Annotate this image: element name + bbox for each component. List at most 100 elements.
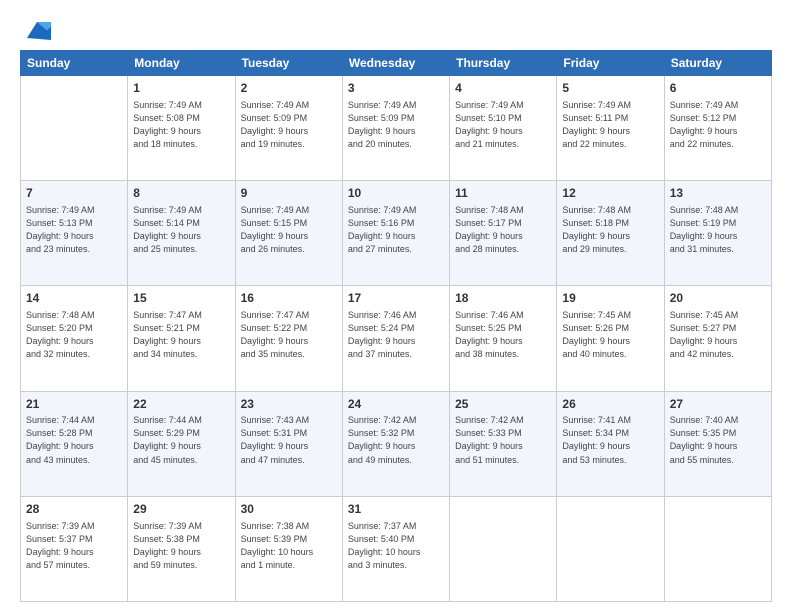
calendar-cell: 7 Sunrise: 7:49 AM Sunset: 5:13 PM Daylig… [21,181,128,286]
day-number: 6 [670,80,766,97]
day-info: Sunrise: 7:49 AM Sunset: 5:10 PM Dayligh… [455,99,551,151]
calendar-cell: 14Sunrise: 7:48 AM Sunset: 5:20 PM Dayli… [21,286,128,391]
day-info: Sunrise: 7:45 AM Sunset: 5:26 PM Dayligh… [562,309,658,361]
day-info: Sunrise: 7:48 AM Sunset: 5:17 PM Dayligh… [455,204,551,256]
day-number: 10 [348,185,444,202]
calendar-cell: 1Sunrise: 7:49 AM Sunset: 5:08 PM Daylig… [128,76,235,181]
calendar-cell: 13 Sunrise: 7:48 AM Sunset: 5:19 PM Dayli… [664,181,771,286]
calendar-cell: 18 Sunrise: 7:46 AM Sunset: 5:25 PM Dayli… [450,286,557,391]
day-number: 19 [562,290,658,307]
day-number: 13 [670,185,766,202]
calendar-cell [21,76,128,181]
day-info: Sunrise: 7:44 AM Sunset: 5:28 PM Dayligh… [26,414,122,466]
day-number: 23 [241,396,337,413]
calendar-cell [450,496,557,601]
day-info: Sunrise: 7:49 AM Sunset: 5:09 PM Dayligh… [241,99,337,151]
header-friday: Friday [557,51,664,76]
calendar-cell: 10 Sunrise: 7:49 AM Sunset: 5:16 PM Dayli… [342,181,449,286]
day-number: 7 [26,185,122,202]
day-info: Sunrise: 7:49 AM Sunset: 5:15 PM Dayligh… [241,204,337,256]
day-number: 8 [133,185,229,202]
calendar-cell: 15 Sunrise: 7:47 AM Sunset: 5:21 PM Dayli… [128,286,235,391]
day-number: 21 [26,396,122,413]
day-number: 4 [455,80,551,97]
week-row-3: 14Sunrise: 7:48 AM Sunset: 5:20 PM Dayli… [21,286,772,391]
calendar-cell: 23Sunrise: 7:43 AM Sunset: 5:31 PM Dayli… [235,391,342,496]
calendar-cell: 16Sunrise: 7:47 AM Sunset: 5:22 PM Dayli… [235,286,342,391]
day-info: Sunrise: 7:46 AM Sunset: 5:24 PM Dayligh… [348,309,444,361]
calendar-cell: 8 Sunrise: 7:49 AM Sunset: 5:14 PM Daylig… [128,181,235,286]
page: SundayMondayTuesdayWednesdayThursdayFrid… [0,0,792,612]
day-info: Sunrise: 7:37 AM Sunset: 5:40 PM Dayligh… [348,520,444,572]
day-number: 24 [348,396,444,413]
calendar-cell: 2 Sunrise: 7:49 AM Sunset: 5:09 PM Daylig… [235,76,342,181]
day-info: Sunrise: 7:44 AM Sunset: 5:29 PM Dayligh… [133,414,229,466]
header-tuesday: Tuesday [235,51,342,76]
day-info: Sunrise: 7:45 AM Sunset: 5:27 PM Dayligh… [670,309,766,361]
day-info: Sunrise: 7:39 AM Sunset: 5:38 PM Dayligh… [133,520,229,572]
day-info: Sunrise: 7:49 AM Sunset: 5:09 PM Dayligh… [348,99,444,151]
day-number: 17 [348,290,444,307]
day-number: 2 [241,80,337,97]
header-saturday: Saturday [664,51,771,76]
calendar-cell: 31 Sunrise: 7:37 AM Sunset: 5:40 PM Dayli… [342,496,449,601]
day-info: Sunrise: 7:49 AM Sunset: 5:16 PM Dayligh… [348,204,444,256]
day-number: 15 [133,290,229,307]
day-number: 14 [26,290,122,307]
day-number: 27 [670,396,766,413]
day-info: Sunrise: 7:49 AM Sunset: 5:14 PM Dayligh… [133,204,229,256]
calendar-cell: 11 Sunrise: 7:48 AM Sunset: 5:17 PM Dayli… [450,181,557,286]
calendar-cell: 27Sunrise: 7:40 AM Sunset: 5:35 PM Dayli… [664,391,771,496]
day-number: 9 [241,185,337,202]
calendar-cell [664,496,771,601]
day-number: 28 [26,501,122,518]
calendar-cell: 22Sunrise: 7:44 AM Sunset: 5:29 PM Dayli… [128,391,235,496]
logo [20,18,51,40]
day-number: 11 [455,185,551,202]
day-info: Sunrise: 7:47 AM Sunset: 5:22 PM Dayligh… [241,309,337,361]
calendar-cell: 24Sunrise: 7:42 AM Sunset: 5:32 PM Dayli… [342,391,449,496]
day-info: Sunrise: 7:38 AM Sunset: 5:39 PM Dayligh… [241,520,337,572]
calendar-cell: 5 Sunrise: 7:49 AM Sunset: 5:11 PM Daylig… [557,76,664,181]
day-number: 25 [455,396,551,413]
calendar: SundayMondayTuesdayWednesdayThursdayFrid… [20,50,772,602]
day-info: Sunrise: 7:49 AM Sunset: 5:11 PM Dayligh… [562,99,658,151]
calendar-cell: 17 Sunrise: 7:46 AM Sunset: 5:24 PM Dayli… [342,286,449,391]
header [20,18,772,40]
week-row-1: 1Sunrise: 7:49 AM Sunset: 5:08 PM Daylig… [21,76,772,181]
calendar-cell: 20 Sunrise: 7:45 AM Sunset: 5:27 PM Dayli… [664,286,771,391]
day-info: Sunrise: 7:47 AM Sunset: 5:21 PM Dayligh… [133,309,229,361]
logo-icon [23,18,51,40]
day-info: Sunrise: 7:39 AM Sunset: 5:37 PM Dayligh… [26,520,122,572]
header-monday: Monday [128,51,235,76]
day-number: 30 [241,501,337,518]
calendar-cell: 3Sunrise: 7:49 AM Sunset: 5:09 PM Daylig… [342,76,449,181]
week-row-5: 28 Sunrise: 7:39 AM Sunset: 5:37 PM Dayli… [21,496,772,601]
calendar-cell: 30 Sunrise: 7:38 AM Sunset: 5:39 PM Dayli… [235,496,342,601]
day-number: 5 [562,80,658,97]
calendar-cell: 6Sunrise: 7:49 AM Sunset: 5:12 PM Daylig… [664,76,771,181]
day-number: 22 [133,396,229,413]
day-number: 18 [455,290,551,307]
day-number: 29 [133,501,229,518]
day-info: Sunrise: 7:46 AM Sunset: 5:25 PM Dayligh… [455,309,551,361]
day-info: Sunrise: 7:48 AM Sunset: 5:19 PM Dayligh… [670,204,766,256]
day-number: 12 [562,185,658,202]
calendar-cell: 21Sunrise: 7:44 AM Sunset: 5:28 PM Dayli… [21,391,128,496]
calendar-cell: 19 Sunrise: 7:45 AM Sunset: 5:26 PM Dayli… [557,286,664,391]
calendar-cell: 9 Sunrise: 7:49 AM Sunset: 5:15 PM Daylig… [235,181,342,286]
week-row-4: 21Sunrise: 7:44 AM Sunset: 5:28 PM Dayli… [21,391,772,496]
header-wednesday: Wednesday [342,51,449,76]
day-info: Sunrise: 7:49 AM Sunset: 5:08 PM Dayligh… [133,99,229,151]
calendar-cell: 26Sunrise: 7:41 AM Sunset: 5:34 PM Dayli… [557,391,664,496]
week-row-2: 7 Sunrise: 7:49 AM Sunset: 5:13 PM Daylig… [21,181,772,286]
day-info: Sunrise: 7:48 AM Sunset: 5:18 PM Dayligh… [562,204,658,256]
calendar-cell: 25Sunrise: 7:42 AM Sunset: 5:33 PM Dayli… [450,391,557,496]
day-number: 20 [670,290,766,307]
day-number: 31 [348,501,444,518]
calendar-cell: 12 Sunrise: 7:48 AM Sunset: 5:18 PM Dayli… [557,181,664,286]
day-info: Sunrise: 7:42 AM Sunset: 5:32 PM Dayligh… [348,414,444,466]
day-info: Sunrise: 7:49 AM Sunset: 5:13 PM Dayligh… [26,204,122,256]
header-sunday: Sunday [21,51,128,76]
calendar-body: 1Sunrise: 7:49 AM Sunset: 5:08 PM Daylig… [21,76,772,602]
